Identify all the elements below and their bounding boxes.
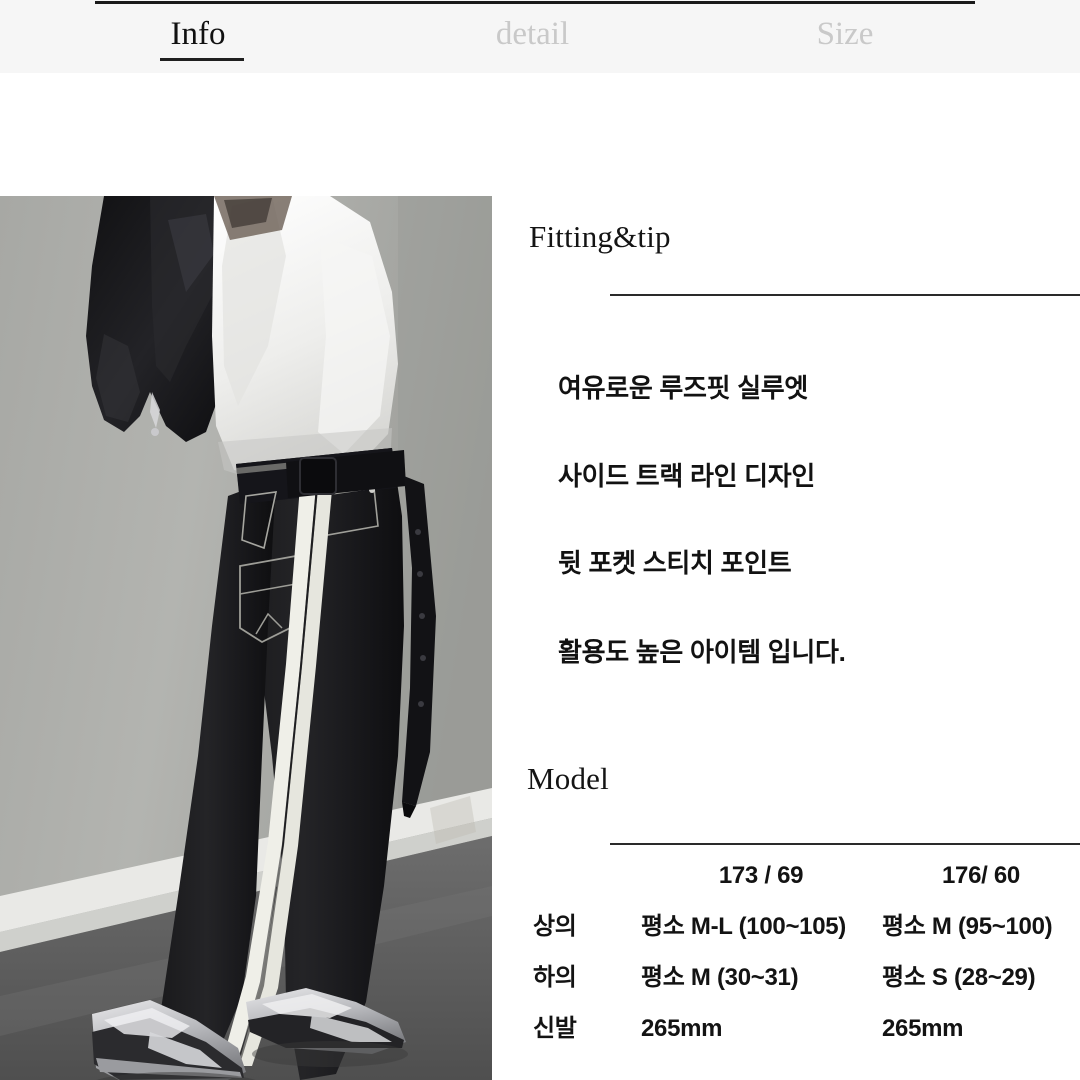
row-value: 평소 M (30~31) (641, 964, 799, 991)
row-label: 상의 (533, 913, 577, 940)
table-row: 상의 평소 M-L (100~105) 평소 M (95~100) (529, 901, 1080, 952)
row-value: 265mm (882, 1015, 964, 1042)
row-value: 평소 M (95~100) (882, 913, 1053, 940)
fitting-bullet: 활용도 높은 아이템 입니다. (558, 637, 846, 667)
table-row: 173 / 69 176/ 60 (529, 850, 1080, 901)
row-label: 신발 (533, 1015, 577, 1042)
model-section-rule (610, 843, 1080, 845)
model-column-1-header: 173 / 69 (718, 862, 804, 889)
table-row: 신발 265mm 265mm (529, 1003, 1080, 1054)
row-value: 265mm (641, 1015, 723, 1042)
table-row: 하의 평소 M (30~31) 평소 S (28~29) (529, 952, 1080, 1003)
row-value: 평소 M-L (100~105) (641, 913, 846, 940)
row-value: 평소 S (28~29) (882, 964, 1036, 991)
model-column-2-header: 176/ 60 (942, 862, 1020, 889)
fitting-bullet: 여유로운 루즈핏 실루엣 (558, 373, 809, 403)
info-content: Fitting&tip 여유로운 루즈핏 실루엣 사이드 트랙 라인 디자인 뒷… (0, 0, 1080, 1080)
model-spec-table: 173 / 69 176/ 60 상의 평소 M-L (100~105) 평소 … (529, 850, 1080, 1054)
model-section-title: Model (527, 761, 609, 796)
fitting-bullet: 사이드 트랙 라인 디자인 (558, 461, 815, 491)
fitting-bullet: 뒷 포켓 스티치 포인트 (558, 548, 792, 578)
row-label: 하의 (533, 964, 577, 991)
product-detail-page: Info detail Size Fitting&tip 여유로운 루즈핏 실루… (0, 0, 1080, 1080)
fitting-section-rule (610, 294, 1080, 296)
fitting-section-title: Fitting&tip (529, 219, 671, 254)
